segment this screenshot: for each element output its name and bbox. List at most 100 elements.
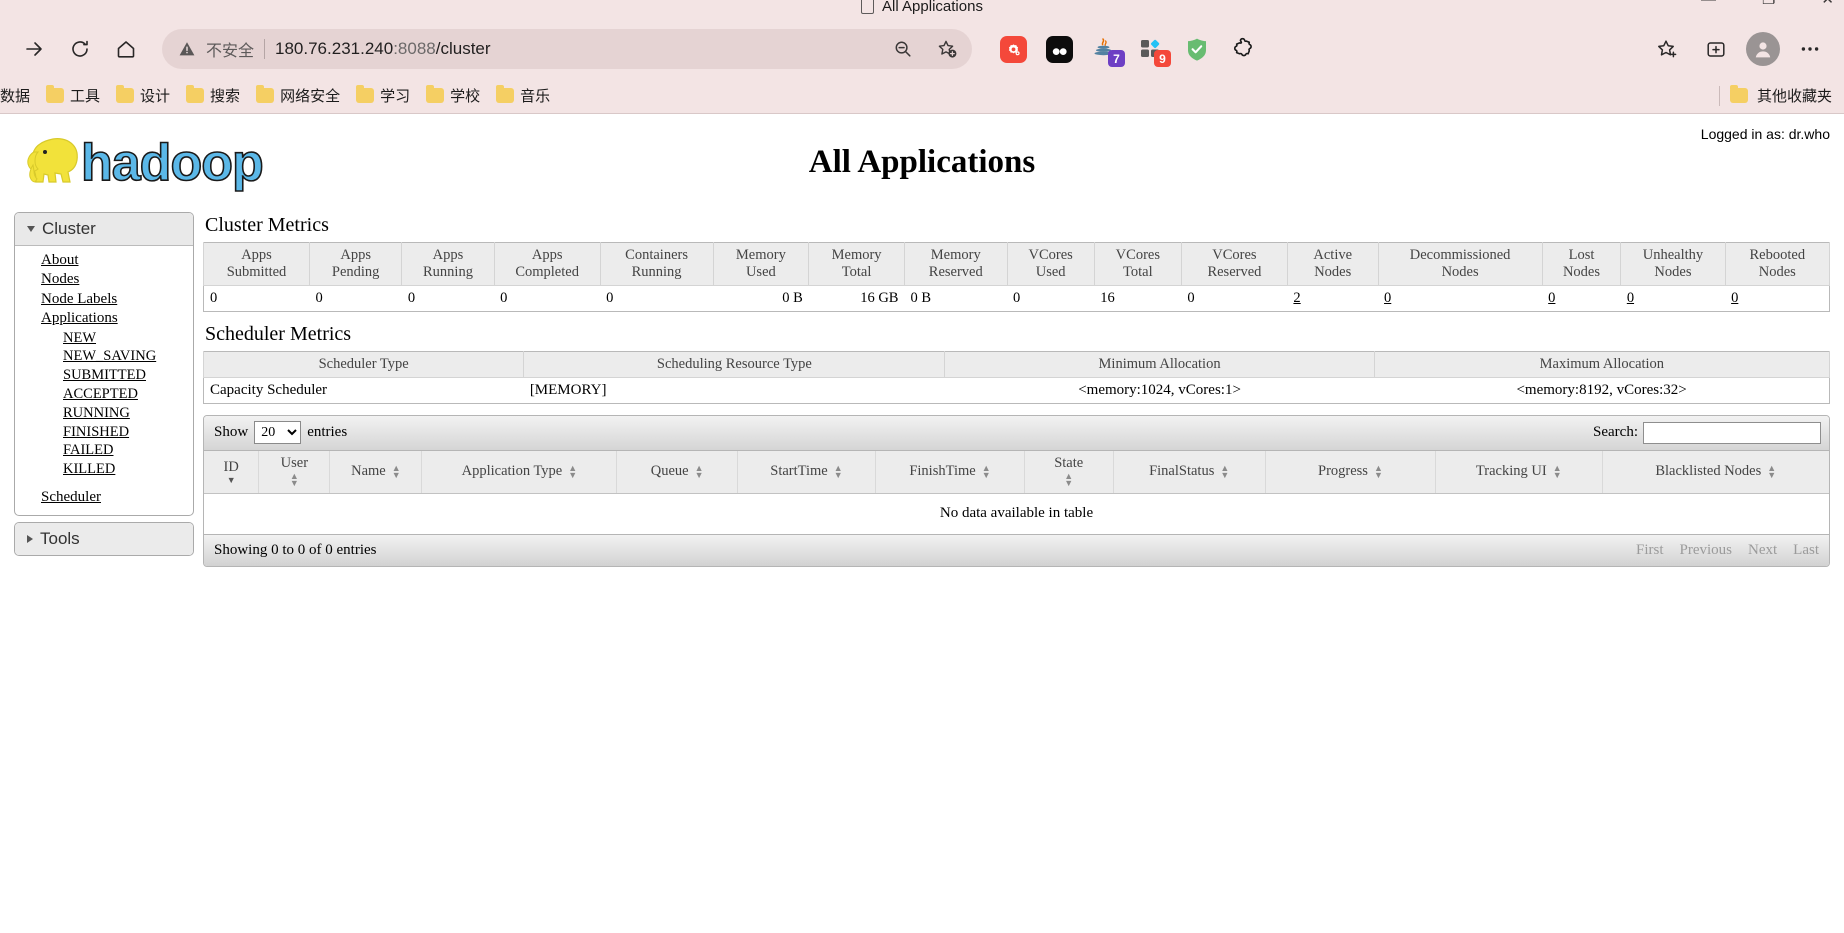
- sidebar-item-applications[interactable]: Applications: [15, 309, 193, 328]
- applications-datatable: Show 20 50 100 entries Search:: [203, 415, 1830, 568]
- col-vcores-total: VCores Total: [1093, 242, 1182, 287]
- home-icon[interactable]: [106, 29, 146, 69]
- reload-icon[interactable]: [60, 29, 100, 69]
- val-lost-nodes[interactable]: 0: [1542, 286, 1621, 312]
- col-vcores-reserved: VCores Reserved: [1180, 242, 1288, 287]
- bookmark-label: 学校: [450, 88, 481, 105]
- bookmark-item[interactable]: 工具: [39, 82, 107, 109]
- sidebar-item-scheduler[interactable]: Scheduler: [15, 488, 193, 507]
- val-rebooted-nodes[interactable]: 0: [1725, 286, 1829, 312]
- bookmark-item[interactable]: 数据: [0, 82, 37, 109]
- sidebar-cluster-links: About Nodes Node Labels Applications NEW…: [15, 246, 193, 515]
- col-state[interactable]: State ▲ ▼: [1024, 451, 1114, 495]
- col-id[interactable]: ID ▼: [204, 451, 260, 495]
- tab-manager-extension-badge: 9: [1154, 50, 1171, 67]
- bookmark-item[interactable]: 网络安全: [249, 82, 347, 109]
- pagination-first[interactable]: First: [1636, 542, 1664, 559]
- bookmarks-overflow-label: 其他收藏夹: [1756, 88, 1832, 105]
- pagination-previous[interactable]: Previous: [1680, 542, 1733, 559]
- search-input[interactable]: [1643, 421, 1821, 444]
- sidebar-item-nodes[interactable]: Nodes: [15, 270, 193, 289]
- browser-tab[interactable]: All Applications: [861, 0, 983, 15]
- col-user[interactable]: User ▲ ▼: [258, 451, 331, 495]
- minimize-icon[interactable]: —: [1701, 0, 1716, 7]
- bookmark-item[interactable]: 搜索: [179, 82, 247, 109]
- java-extension-icon[interactable]: 7: [1090, 34, 1125, 67]
- sidebar-item-running[interactable]: RUNNING: [15, 404, 193, 423]
- col-progress[interactable]: Progress ▲ ▼: [1265, 451, 1437, 495]
- val-vcores-used: 0: [1013, 290, 1021, 307]
- col-blacklisted-nodes[interactable]: Blacklisted Nodes ▲ ▼: [1602, 451, 1829, 495]
- sidebar-cluster-header[interactable]: Cluster: [15, 213, 193, 246]
- sort-icon: ▲ ▼: [1767, 462, 1777, 480]
- address-bar[interactable]: 不安全 180.76.231.240:8088/cluster: [162, 29, 972, 69]
- col-finishtime[interactable]: FinishTime ▲ ▼: [875, 451, 1025, 495]
- col-tracking-ui[interactable]: Tracking UI ▲ ▼: [1435, 451, 1603, 495]
- col-name[interactable]: Name ▲ ▼: [329, 451, 423, 495]
- bookmark-label: 数据: [0, 88, 31, 105]
- sidebar-tools-header[interactable]: Tools: [15, 523, 193, 556]
- page-length-select[interactable]: 20 50 100: [254, 421, 302, 445]
- sidebar-item-submitted[interactable]: SUBMITTED: [15, 366, 193, 385]
- col-apps-running: Apps Running: [401, 242, 495, 287]
- more-icon[interactable]: [1790, 29, 1830, 69]
- main-content: Cluster Metrics Apps Submitted Apps Pendin…: [202, 210, 1831, 568]
- hadoop-page: Logged in as: dr.who hadoop All Applicat…: [0, 114, 1844, 933]
- close-icon[interactable]: ✕: [1821, 0, 1834, 7]
- val-apps-submitted: 0: [210, 290, 218, 307]
- sidebar-item-failed[interactable]: FAILED: [15, 441, 193, 460]
- omnibox-divider: [264, 39, 266, 59]
- sidebar-item-killed[interactable]: KILLED: [15, 460, 193, 479]
- sidebar-item-new-saving[interactable]: NEW_SAVING: [15, 347, 193, 366]
- zoom-out-icon[interactable]: [886, 32, 920, 66]
- col-finalstatus[interactable]: FinalStatus ▲ ▼: [1113, 451, 1266, 495]
- dark-reader-extension-icon[interactable]: [1044, 34, 1074, 64]
- bookmarks-overflow[interactable]: 其他收藏夹: [1711, 85, 1844, 106]
- val-active-nodes[interactable]: 2: [1287, 286, 1378, 312]
- bookmark-label: 设计: [140, 88, 171, 105]
- col-application-type[interactable]: Application Type ▲ ▼: [421, 451, 618, 495]
- adblock-extension-icon[interactable]: [998, 34, 1028, 64]
- bookmark-item[interactable]: 音乐: [489, 82, 557, 109]
- sidebar-cluster-block: Cluster About Nodes Node Labels Applicat…: [14, 212, 194, 517]
- sidebar-item-new[interactable]: NEW: [15, 329, 193, 348]
- adguard-extension-icon[interactable]: [1182, 34, 1212, 64]
- col-starttime[interactable]: StartTime ▲ ▼: [737, 451, 877, 495]
- sidebar-item-finished[interactable]: FINISHED: [15, 423, 193, 442]
- sidebar-item-about[interactable]: About: [15, 251, 193, 270]
- profile-icon[interactable]: [1746, 32, 1780, 66]
- bookmarks-bar: 数据 工具 设计 搜索 网络安全 学习 学校 音乐 其他收藏夹: [0, 78, 1844, 114]
- url-text: 180.76.231.240:8088/cluster: [275, 39, 876, 59]
- collections-icon[interactable]: [1646, 29, 1686, 69]
- show-label: Show: [214, 424, 249, 441]
- maximize-icon[interactable]: ❐: [1762, 0, 1775, 7]
- bookmark-item[interactable]: 学习: [349, 82, 417, 109]
- col-scheduling-resource-type: Scheduling Resource Type: [523, 351, 946, 379]
- add-tab-icon[interactable]: [1696, 29, 1736, 69]
- pagination-last[interactable]: Last: [1793, 542, 1819, 559]
- tab-manager-extension-icon[interactable]: 9: [1136, 34, 1171, 67]
- sidebar-item-node-labels[interactable]: Node Labels: [15, 290, 193, 309]
- puzzle-extension-icon[interactable]: [1228, 34, 1258, 64]
- bookmark-item[interactable]: 设计: [109, 82, 177, 109]
- bookmark-label: 工具: [70, 88, 101, 105]
- folder-icon: [256, 85, 275, 103]
- forward-icon[interactable]: [14, 29, 54, 69]
- col-lost-nodes: Lost Nodes: [1541, 242, 1622, 287]
- col-queue[interactable]: Queue ▲ ▼: [616, 451, 738, 495]
- java-extension-badge: 7: [1108, 50, 1125, 67]
- pagination-next[interactable]: Next: [1748, 542, 1777, 559]
- add-favorite-icon[interactable]: [930, 32, 964, 66]
- cluster-metrics-table: Apps Submitted Apps Pending Apps Running Ap…: [203, 242, 1831, 313]
- col-memory-used: Memory Used: [712, 242, 810, 287]
- val-decommissioned-nodes[interactable]: 0: [1378, 286, 1542, 312]
- bookmark-item[interactable]: 学校: [419, 82, 487, 109]
- val-unhealthy-nodes[interactable]: 0: [1621, 286, 1725, 312]
- applications-header-row: ID ▼ User ▲ ▼ Name ▲ ▼ Application Type …: [204, 451, 1829, 495]
- val-memory-total: 16 GB: [860, 290, 899, 307]
- sort-icon: ▲ ▼: [694, 462, 704, 480]
- col-unhealthy-nodes: Unhealthy Nodes: [1620, 242, 1726, 287]
- col-apps-completed: Apps Completed: [493, 242, 601, 287]
- url-path: /cluster: [435, 39, 491, 58]
- sidebar-item-accepted[interactable]: ACCEPTED: [15, 385, 193, 404]
